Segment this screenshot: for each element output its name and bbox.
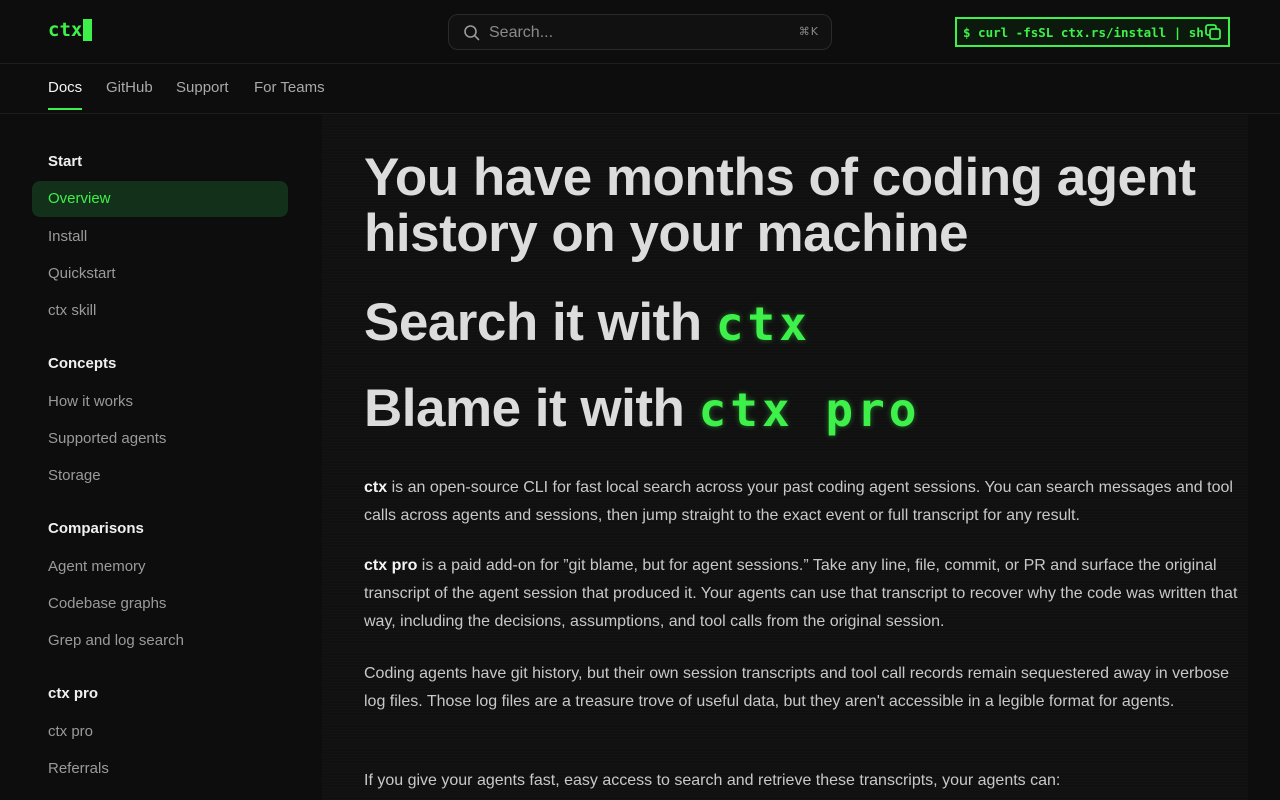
sidebar-item-referrals[interactable]: Referrals (48, 760, 109, 777)
logo-text: ctx (48, 19, 83, 41)
paragraph-ctx-pro-text: is a paid add-on for ”git blame, but for… (364, 557, 1238, 630)
sidebar-section-ctx-pro: ctx pro (48, 685, 99, 702)
subtitle-search: Search it with ctx (364, 292, 811, 353)
logo[interactable]: ctx (48, 19, 93, 41)
sidebar-item-overview[interactable]: Overview (32, 181, 288, 217)
top-header: ctx Search... ⌘K $ curl -fsSL ctx.rs/ins… (0, 0, 1280, 64)
tab-docs[interactable]: Docs (48, 79, 83, 110)
top-nav: Docs GitHub Support For Teams (0, 64, 1280, 114)
paragraph-ctx: ctx is an open-source CLI for fast local… (364, 474, 1244, 530)
paragraph-history: Coding agents have git history, but thei… (364, 665, 1230, 710)
search-shortcut: ⌘K (798, 25, 819, 38)
tab-for-teams[interactable]: For Teams (254, 79, 325, 108)
sidebar-item-codebase-graphs[interactable]: Codebase graphs (48, 595, 166, 612)
sidebar: Start Overview Install Quickstart ctx sk… (0, 115, 320, 800)
subtitle-search-text: Search it with (364, 293, 716, 352)
search-icon (464, 25, 480, 41)
sidebar-item-storage[interactable]: Storage (48, 467, 101, 484)
paragraph-ctx-pro-bold: ctx pro (364, 557, 418, 574)
sidebar-item-agent-memory[interactable]: Agent memory (48, 558, 146, 575)
subtitle-blame-code: ctx pro (698, 383, 921, 437)
sidebar-item-how-it-works[interactable]: How it works (48, 393, 133, 410)
install-command-box[interactable]: $ curl -fsSL ctx.rs/install | sh (955, 17, 1230, 47)
sidebar-item-ctx-skill[interactable]: ctx skill (48, 302, 96, 319)
sidebar-item-supported-agents[interactable]: Supported agents (48, 430, 166, 447)
subtitle-search-code: ctx (715, 297, 811, 351)
sidebar-item-grep-and-log-search[interactable]: Grep and log search (48, 632, 184, 649)
sidebar-section-comparisons: Comparisons (48, 520, 144, 537)
paragraph-ctx-bold: ctx (364, 479, 388, 496)
copy-icon[interactable] (1204, 23, 1222, 41)
sidebar-item-quickstart[interactable]: Quickstart (48, 265, 116, 282)
paragraph-agents-can: If you give your agents fast, easy acces… (364, 772, 1061, 789)
tab-support[interactable]: Support (176, 79, 229, 108)
install-command-text: $ curl -fsSL ctx.rs/install | sh (963, 24, 1204, 40)
logo-cursor (83, 19, 93, 41)
search-input[interactable]: Search... ⌘K (448, 14, 832, 50)
subtitle-blame-text: Blame it with (364, 379, 699, 438)
subtitle-blame: Blame it with ctx pro (364, 378, 920, 439)
sidebar-item-install[interactable]: Install (48, 228, 87, 245)
tab-github[interactable]: GitHub (106, 79, 153, 108)
search-placeholder: Search... (489, 24, 554, 41)
sidebar-section-concepts: Concepts (48, 355, 117, 372)
paragraph-ctx-pro: ctx pro is a paid add-on for ”git blame,… (364, 552, 1244, 636)
sidebar-item-ctx-pro[interactable]: ctx pro (48, 723, 93, 740)
paragraph-ctx-text: is an open-source CLI for fast local sea… (364, 479, 1233, 524)
sidebar-section-start: Start (48, 153, 83, 170)
page-title: You have months of coding agent history … (364, 148, 1196, 263)
